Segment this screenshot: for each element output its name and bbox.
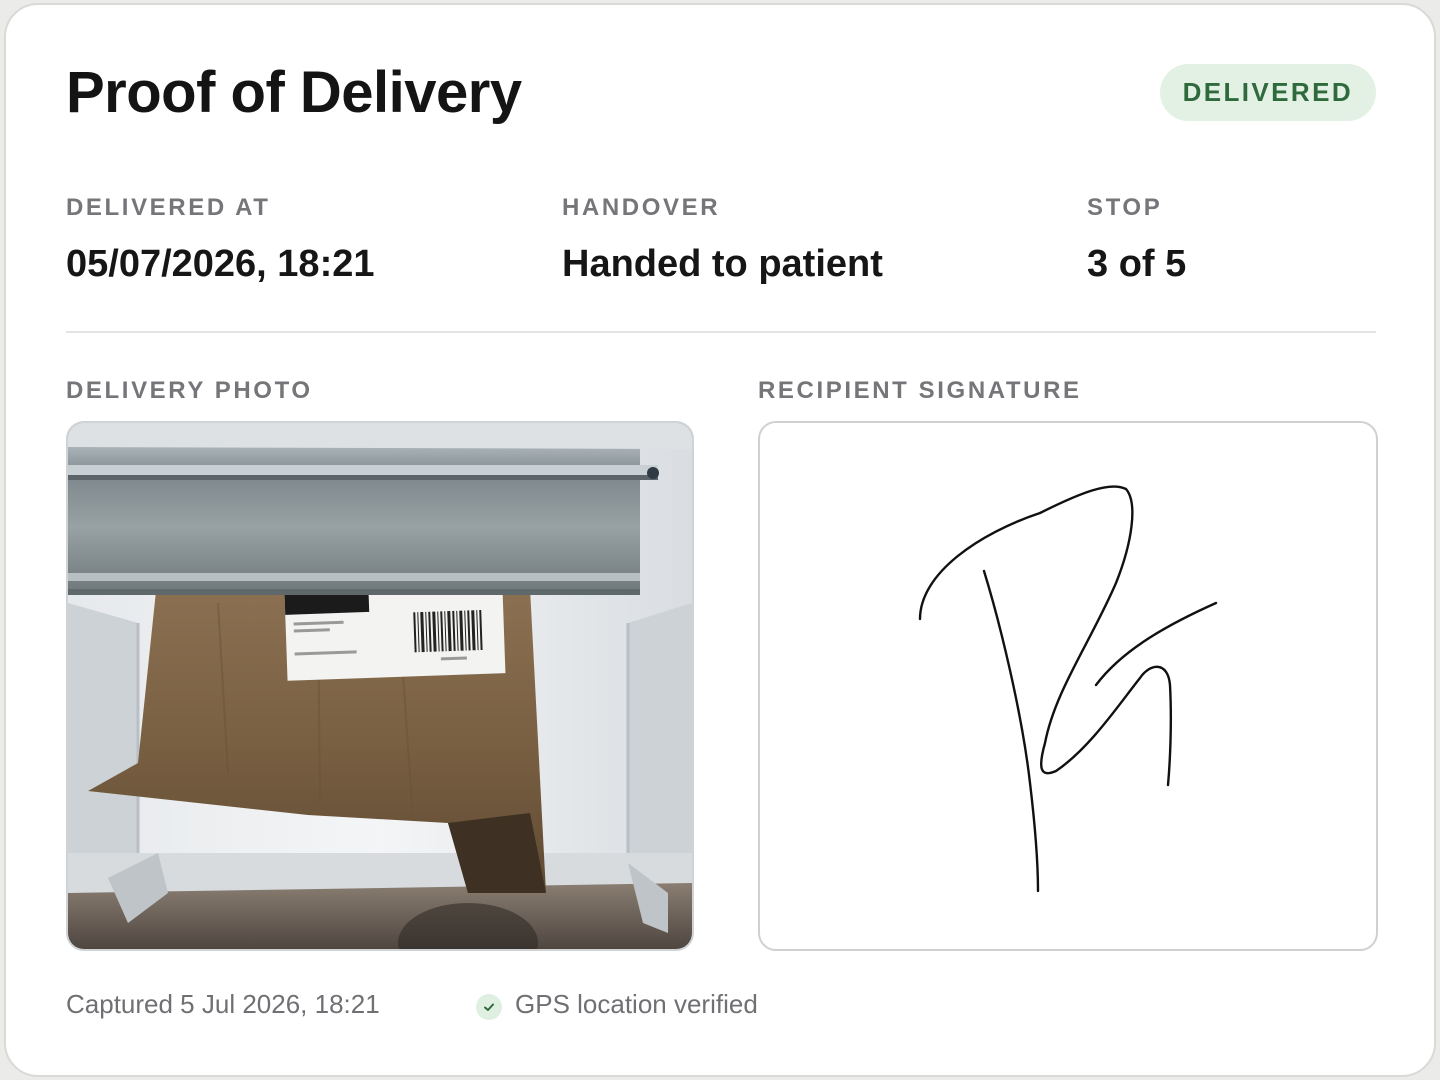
delivery-photo-label: DELIVERY PHOTO	[66, 377, 313, 404]
gps-status: GPS location verified	[476, 989, 758, 1020]
proof-of-delivery-card: Proof of Delivery DELIVERED DELIVERED AT…	[4, 3, 1436, 1077]
delivered-at-label: DELIVERED AT	[66, 194, 271, 221]
handover-value: Handed to patient	[562, 243, 883, 285]
status-badge: DELIVERED	[1159, 64, 1376, 121]
stop-value: 3 of 5	[1087, 243, 1187, 285]
signature-image	[918, 485, 1218, 893]
delivered-at-field: DELIVERED AT 05/07/2026, 18:21	[66, 194, 375, 286]
recipient-signature-label: RECIPIENT SIGNATURE	[758, 377, 1082, 404]
check-circle-icon	[476, 993, 502, 1020]
divider	[66, 331, 1376, 333]
delivery-photo-image	[68, 423, 692, 949]
delivered-at-value: 05/07/2026, 18:21	[66, 243, 375, 285]
page-title: Proof of Delivery	[66, 60, 522, 125]
handover-field: HANDOVER Handed to patient	[562, 194, 883, 286]
captured-timestamp: Captured 5 Jul 2026, 18:21	[66, 989, 380, 1019]
stop-label: STOP	[1087, 194, 1163, 221]
delivery-photo[interactable]	[66, 421, 694, 951]
handover-label: HANDOVER	[562, 194, 721, 221]
gps-status-text: GPS location verified	[515, 989, 758, 1019]
signature-box	[758, 421, 1378, 951]
stop-field: STOP 3 of 5	[1087, 194, 1186, 286]
